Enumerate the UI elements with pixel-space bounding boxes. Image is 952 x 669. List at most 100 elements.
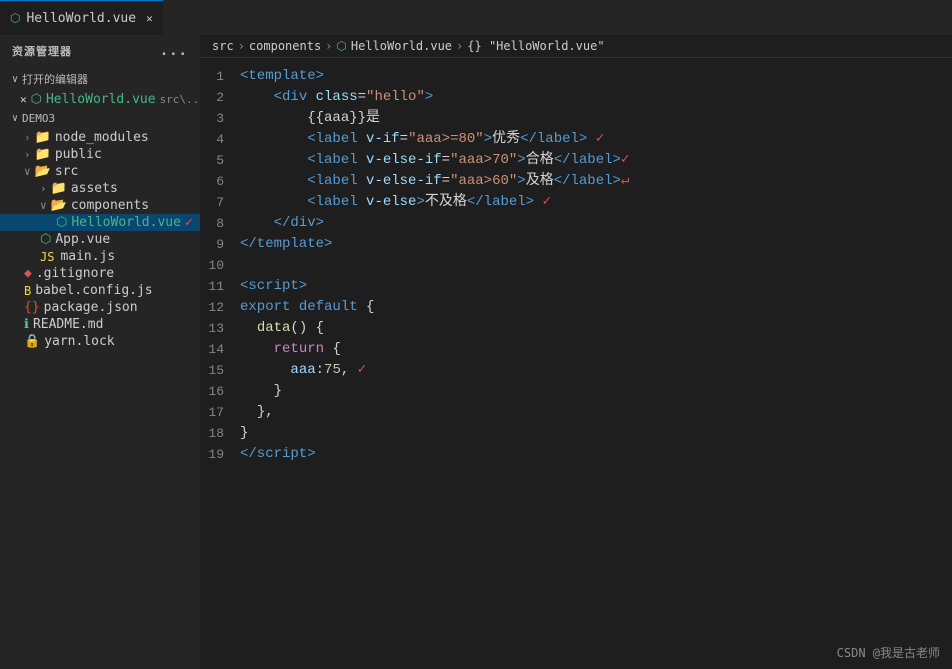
opened-editors-label: 打开的编辑器 — [22, 71, 88, 87]
code-line: 15 aaa:75, ✓ — [200, 360, 952, 381]
sidebar-title: 资源管理器 — [12, 43, 72, 59]
tree-item-yarn-lock[interactable]: 🔒 yarn.lock — [0, 333, 200, 350]
opened-filename: HelloWorld.vue — [46, 92, 156, 107]
demo3-section[interactable]: ∨ DEMO3 — [0, 108, 200, 129]
tree-item-components[interactable]: ∨ 📂 components — [0, 197, 200, 214]
tab-bar: ⬡ HelloWorld.vue ✕ — [0, 0, 952, 35]
tree-item-package-json[interactable]: {} package.json — [0, 299, 200, 316]
breadcrumb-file: HelloWorld.vue — [351, 39, 452, 53]
line-content: aaa:75, ✓ — [240, 360, 952, 381]
tree-item-node-modules[interactable]: › 📁 node_modules — [0, 129, 200, 146]
line-number: 2 — [200, 87, 240, 108]
line-number: 4 — [200, 129, 240, 150]
tree-item-public[interactable]: › 📁 public — [0, 146, 200, 163]
line-number: 12 — [200, 297, 240, 318]
components-label: components — [71, 198, 149, 213]
folder-icon: 📁 — [35, 147, 51, 162]
line-number: 3 — [200, 108, 240, 129]
code-line: 10 — [200, 255, 952, 276]
code-line: 11<script> — [200, 276, 952, 297]
breadcrumb-vue-icon: ⬡ — [336, 39, 346, 53]
node-modules-label: node_modules — [55, 130, 149, 145]
editor-area: src › components › ⬡ HelloWorld.vue › {}… — [200, 35, 952, 669]
tree-item-gitignore[interactable]: ◆ .gitignore — [0, 265, 200, 282]
folder-open-icon: 📂 — [51, 198, 67, 213]
code-line: 13 data() { — [200, 318, 952, 339]
tree-item-readme[interactable]: ℹ README.md — [0, 316, 200, 333]
line-number: 6 — [200, 171, 240, 192]
main-js-label: main.js — [60, 249, 115, 264]
tree-item-src[interactable]: ∨ 📂 src — [0, 163, 200, 180]
line-number: 18 — [200, 423, 240, 444]
main-area: 资源管理器 ... ∨ 打开的编辑器 ✕ ⬡ HelloWorld.vue sr… — [0, 35, 952, 669]
js-icon: JS — [40, 250, 54, 264]
tree-item-helloworld-vue[interactable]: ⬡ HelloWorld.vue ✓ — [0, 214, 200, 231]
opened-filepath: src\... — [160, 93, 200, 106]
line-content: <label v-else>不及格</label> ✓ — [240, 192, 952, 213]
git-icon: ◆ — [24, 266, 32, 281]
code-line: 12export default { — [200, 297, 952, 318]
code-line: 19</script> — [200, 444, 952, 465]
breadcrumb-symbol: {} "HelloWorld.vue" — [467, 39, 604, 53]
tree-item-main-js[interactable]: JS main.js — [0, 248, 200, 265]
demo3-chevron: ∨ — [12, 113, 18, 124]
code-line: 9</template> — [200, 234, 952, 255]
code-editor[interactable]: 1<template>2 <div class="hello">3 {{aaa}… — [200, 58, 952, 669]
chevron-icon: ∨ — [12, 74, 18, 85]
code-line: 6 <label v-else-if="aaa>60">及格</label>↵ — [200, 171, 952, 192]
package-icon: {} — [24, 300, 40, 315]
package-json-label: package.json — [44, 300, 138, 315]
line-content: </template> — [240, 234, 952, 255]
assets-label: assets — [71, 181, 118, 196]
line-content: <script> — [240, 276, 952, 297]
code-line: 14 return { — [200, 339, 952, 360]
line-content: <label v-else-if="aaa>60">及格</label>↵ — [240, 171, 952, 192]
readme-icon: ℹ — [24, 317, 29, 332]
code-line: 17 }, — [200, 402, 952, 423]
tree-item-assets[interactable]: › 📁 assets — [0, 180, 200, 197]
opened-file-helloworld[interactable]: ✕ ⬡ HelloWorld.vue src\... — [0, 91, 200, 108]
code-line: 8 </div> — [200, 213, 952, 234]
tab-label: HelloWorld.vue — [26, 11, 136, 26]
line-number: 1 — [200, 66, 240, 87]
code-line: 1<template> — [200, 66, 952, 87]
tree-item-babel[interactable]: B babel.config.js — [0, 282, 200, 299]
breadcrumb-sep2: › — [325, 39, 332, 53]
sidebar-more-button[interactable]: ... — [160, 43, 188, 59]
src-label: src — [55, 164, 78, 179]
line-number: 8 — [200, 213, 240, 234]
readme-label: README.md — [33, 317, 103, 332]
gitignore-label: .gitignore — [36, 266, 114, 281]
code-line: 2 <div class="hello"> — [200, 87, 952, 108]
line-number: 10 — [200, 255, 240, 276]
line-content: <template> — [240, 66, 952, 87]
line-content: export default { — [240, 297, 952, 318]
code-line: 16 } — [200, 381, 952, 402]
line-number: 14 — [200, 339, 240, 360]
code-line: 18} — [200, 423, 952, 444]
folder-icon: 📁 — [35, 130, 51, 145]
lock-icon: 🔒 — [24, 334, 40, 349]
vue-icon: ⬡ — [56, 215, 67, 230]
code-line: 3 {{aaa}}是 — [200, 108, 952, 129]
line-content: return { — [240, 339, 952, 360]
line-number: 11 — [200, 276, 240, 297]
vue-file-icon: ⬡ — [31, 92, 42, 107]
code-line: 5 <label v-else-if="aaa>70">合格</label>✓ — [200, 150, 952, 171]
line-number: 13 — [200, 318, 240, 339]
sidebar-header: 资源管理器 ... — [0, 35, 200, 67]
sidebar: 资源管理器 ... ∨ 打开的编辑器 ✕ ⬡ HelloWorld.vue sr… — [0, 35, 200, 669]
babel-icon: B — [24, 284, 31, 298]
line-number: 9 — [200, 234, 240, 255]
tab-close-button[interactable]: ✕ — [146, 12, 153, 25]
tree-item-app-vue[interactable]: ⬡ App.vue — [0, 231, 200, 248]
opened-editors-section[interactable]: ∨ 打开的编辑器 — [0, 67, 200, 91]
line-content: </script> — [240, 444, 952, 465]
file-tree: › 📁 node_modules › 📁 public ∨ 📂 src — [0, 129, 200, 669]
tab-helloworld[interactable]: ⬡ HelloWorld.vue ✕ — [0, 0, 163, 35]
folder-open-icon: 📂 — [35, 164, 51, 179]
line-content: }, — [240, 402, 952, 423]
line-number: 5 — [200, 150, 240, 171]
breadcrumb-components: components — [249, 39, 321, 53]
demo3-label: DEMO3 — [22, 112, 55, 125]
